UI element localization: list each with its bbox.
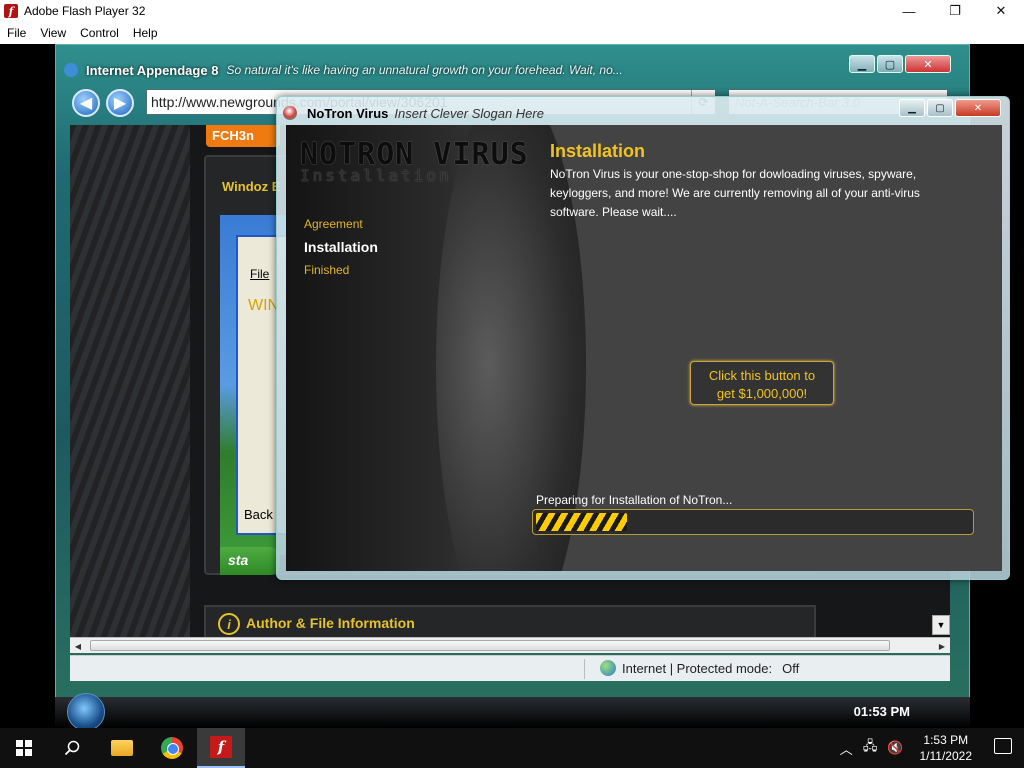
installer-body: NOTRON VIRUS Installation Agreement Inst… — [286, 125, 1002, 571]
protected-mode-value: Off — [782, 660, 800, 676]
installer-title-bar: NoTron Virus Insert Clever Slogan Here — [283, 103, 544, 123]
xp-file-menu[interactable]: File — [250, 267, 269, 281]
step-agreement: Agreement — [304, 217, 363, 231]
installer-maximize-button[interactable]: ▢ — [927, 99, 953, 117]
clock-date: 1/11/2022 — [919, 749, 973, 763]
host-title-bar: f Adobe Flash Player 32 — ❐ ✕ — [0, 0, 1024, 22]
vista-clock: 01:53 PM — [853, 704, 910, 719]
taskbar-clock[interactable]: 1:53 PM 1/11/2022 — [920, 732, 973, 764]
scroll-left-button[interactable]: ◀ — [70, 638, 86, 654]
author-info-section: i Author & File Information — [204, 605, 816, 637]
globe-icon — [600, 660, 616, 676]
chrome-button[interactable] — [148, 728, 196, 768]
flash-stage: Internet Appendage 8 So natural it's lik… — [0, 44, 1024, 728]
flash-player-taskbar-button[interactable]: f — [197, 728, 245, 768]
ie-title: Internet Appendage 8 — [86, 62, 219, 78]
minimize-button[interactable]: — — [886, 0, 932, 22]
progress-bar — [532, 509, 974, 535]
host-menu-bar: File View Control Help — [0, 22, 1024, 44]
horizontal-scrollbar[interactable]: ◀ ▶ — [70, 637, 950, 653]
step-finished: Finished — [304, 263, 350, 277]
ie-status-bar: Internet | Protected mode: Off — [70, 655, 950, 681]
ie-window-controls: ▁ ▢ ✕ — [849, 55, 951, 73]
installer-close-button[interactable]: ✕ — [955, 99, 1001, 117]
installer-description: NoTron Virus is your one-stop-shop for d… — [550, 167, 920, 219]
progress-fill — [536, 513, 628, 531]
security-zone[interactable]: Internet | Protected mode: Off — [600, 660, 799, 676]
scroll-down-button[interactable]: ▼ — [932, 615, 950, 635]
step-installation: Installation — [304, 239, 378, 255]
panel-title: Windoz E — [222, 179, 281, 194]
network-icon[interactable]: 🖧 — [863, 737, 878, 759]
chevron-up-icon[interactable]: ︿ — [840, 739, 853, 758]
installer-steps: Agreement Installation Finished — [304, 213, 378, 282]
author-info-title: Author & File Information — [246, 615, 415, 631]
ie-icon — [64, 63, 78, 77]
menu-help[interactable]: Help — [126, 26, 165, 40]
menu-file[interactable]: File — [0, 26, 33, 40]
menu-view[interactable]: View — [33, 26, 73, 40]
ie-slogan: So natural it's like having an unnatural… — [226, 63, 623, 77]
notification-center-icon[interactable] — [994, 738, 1012, 754]
start-button[interactable] — [0, 728, 48, 768]
ie-close-button[interactable]: ✕ — [905, 55, 951, 73]
scroll-right-button[interactable]: ▶ — [934, 638, 950, 654]
ie-maximize-button[interactable]: ▢ — [877, 55, 903, 73]
notron-icon — [283, 106, 297, 120]
ie-title-bar: Internet Appendage 8 So natural it's lik… — [64, 59, 954, 81]
million-button-line1: Click this button to — [708, 368, 816, 383]
folder-icon — [111, 740, 133, 756]
notron-logo: NOTRON VIRUS Installation — [300, 137, 529, 185]
search-icon — [64, 740, 80, 756]
flash-player-icon: f — [210, 736, 232, 758]
clock-time: 1:53 PM — [923, 733, 969, 747]
chrome-icon — [161, 737, 183, 759]
taskbar-search-button[interactable] — [48, 728, 96, 768]
file-explorer-button[interactable] — [98, 728, 146, 768]
vista-taskbar: 01:53 PM — [55, 693, 970, 728]
ie-minimize-button[interactable]: ▁ — [849, 55, 875, 73]
installer-window-controls: ▁ ▢ ✕ — [899, 99, 1001, 117]
status-divider — [584, 659, 585, 679]
info-icon: i — [218, 613, 240, 635]
orange-tab[interactable]: FCH3n — [206, 125, 280, 147]
million-button-line2: get $1,000,000! — [716, 386, 808, 401]
vista-start-orb[interactable] — [67, 693, 105, 728]
windows-taskbar: f ︿ 🖧 🔇 1:53 PM 1/11/2022 — [0, 728, 1024, 768]
ie-back-button[interactable]: ◀ — [72, 89, 100, 117]
arrow-right-icon: ▶ — [113, 95, 127, 112]
notron-installer-window: NoTron Virus Insert Clever Slogan Here ▁… — [276, 96, 1010, 580]
close-button[interactable]: ✕ — [978, 0, 1024, 22]
installer-minimize-button[interactable]: ▁ — [899, 99, 925, 117]
ie-forward-button[interactable]: ▶ — [106, 89, 134, 117]
installer-title: NoTron Virus — [307, 105, 389, 121]
xp-back-button[interactable]: Back — [244, 507, 273, 522]
volume-muted-icon[interactable]: 🔇 — [887, 740, 903, 756]
scrollbar-thumb[interactable] — [90, 640, 890, 651]
xp-start-button[interactable]: sta — [220, 547, 280, 575]
progress-label: Preparing for Installation of NoTron... — [536, 493, 733, 507]
xp-window-text: WIN — [248, 297, 280, 314]
million-dollar-button[interactable]: Click this button to get $1,000,000! — [690, 361, 834, 405]
installer-slogan: Insert Clever Slogan Here — [394, 105, 544, 121]
windows-logo-icon — [16, 740, 32, 756]
maximize-button[interactable]: ❐ — [932, 0, 978, 22]
flash-player-icon: f — [4, 4, 18, 18]
decorative-strip — [70, 125, 190, 637]
arrow-left-icon: ◀ — [79, 95, 93, 112]
menu-control[interactable]: Control — [73, 26, 126, 40]
zone-label: Internet | Protected mode: — [622, 660, 773, 676]
installer-heading: Installation — [550, 141, 646, 161]
host-window-title: Adobe Flash Player 32 — [24, 4, 146, 18]
system-tray: ︿ 🖧 🔇 1:53 PM 1/11/2022 — [840, 728, 972, 768]
